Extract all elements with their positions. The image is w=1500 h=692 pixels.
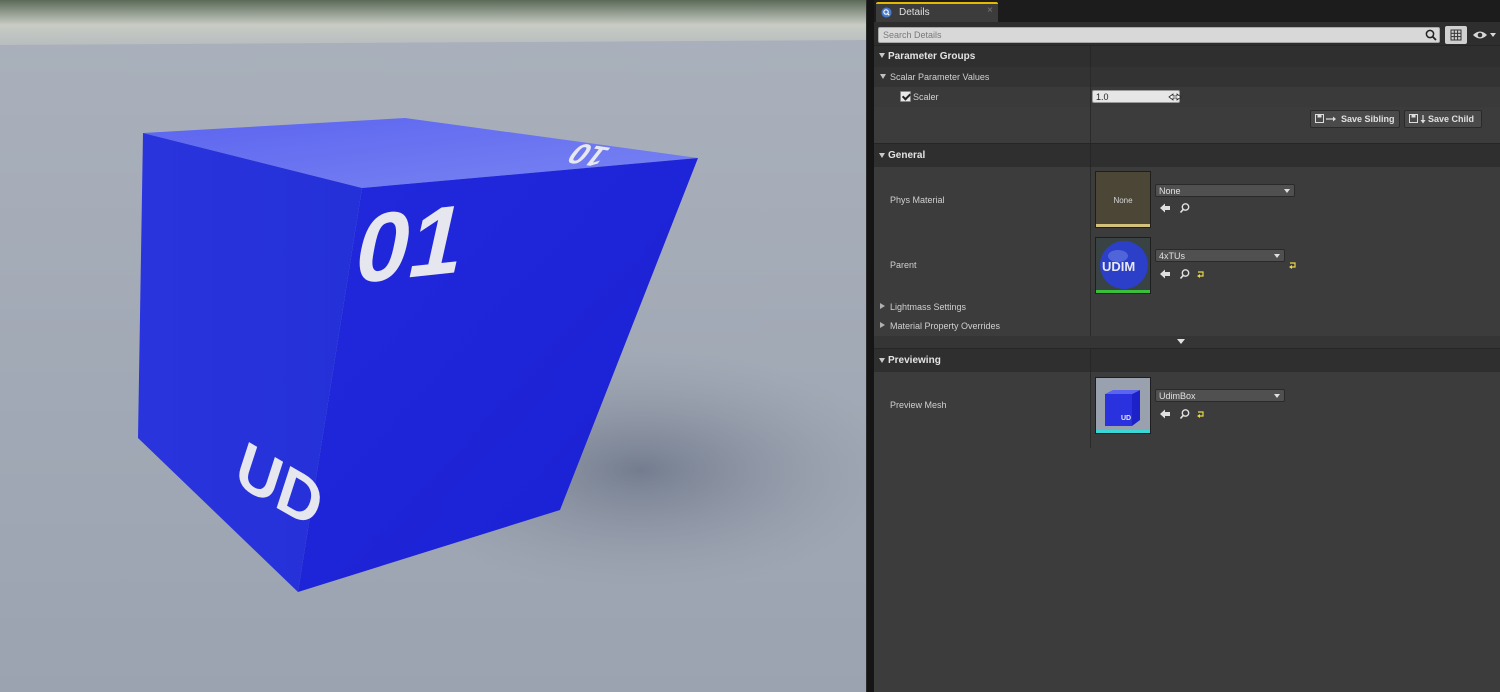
collapse-arrow-icon xyxy=(879,358,885,363)
category-label: Parameter Groups xyxy=(888,51,976,62)
lightmass-settings-label: Lightmass Settings xyxy=(890,302,967,312)
save-sibling-button[interactable]: Save Sibling xyxy=(1310,110,1400,128)
use-selected-arrow-icon[interactable] xyxy=(1159,408,1171,420)
phys-material-selected: None xyxy=(1159,186,1181,196)
chevron-down-icon xyxy=(1284,189,1290,193)
save-sibling-label: Save Sibling xyxy=(1341,114,1395,124)
column-separator xyxy=(1090,87,1091,107)
details-search-icon xyxy=(881,7,892,18)
asset-type-bar xyxy=(1096,224,1150,227)
collapse-arrow-icon xyxy=(880,74,886,79)
details-panel: Details × Parameter Groups xyxy=(874,0,1500,692)
preview-mesh-dropdown[interactable]: UdimBox xyxy=(1155,389,1285,402)
browse-magnifier-icon[interactable] xyxy=(1179,268,1191,280)
use-selected-arrow-icon[interactable] xyxy=(1159,202,1171,214)
phys-material-label: Phys Material xyxy=(890,195,945,205)
drag-cursor-icon xyxy=(1168,93,1182,101)
scalar-parameter-values-row[interactable]: Scalar Parameter Values xyxy=(874,67,1500,87)
asset-type-bar xyxy=(1096,290,1150,293)
expand-arrow-icon xyxy=(880,322,885,328)
parent-label: Parent xyxy=(890,260,917,270)
save-child-label: Save Child xyxy=(1428,114,1475,124)
parent-thumbnail[interactable]: UDIM xyxy=(1095,237,1151,294)
search-row xyxy=(874,22,1500,46)
parent-selected: 4xTUs xyxy=(1159,251,1186,261)
preview-mesh-row: Preview Mesh UD UdimBox xyxy=(874,372,1500,448)
column-separator xyxy=(1090,67,1091,87)
parent-thumb-text: UDIM xyxy=(1102,259,1135,274)
column-separator xyxy=(1090,372,1091,448)
reset-to-default-icon[interactable] xyxy=(1197,410,1205,418)
preview-mesh-selected: UdimBox xyxy=(1159,391,1196,401)
tab-close-icon[interactable]: × xyxy=(987,5,993,16)
viewport-scene: 10 01 UD xyxy=(0,0,866,692)
parent-row: Parent UDIM 4xTUs xyxy=(874,231,1500,297)
category-parameter-groups[interactable]: Parameter Groups xyxy=(874,45,1500,68)
view-options-eye-icon[interactable] xyxy=(1471,28,1497,42)
grid-icon xyxy=(1450,29,1462,41)
column-separator xyxy=(1090,167,1091,231)
tab-details[interactable]: Details × xyxy=(876,2,998,22)
column-separator xyxy=(1090,316,1091,336)
column-separator xyxy=(1090,297,1091,316)
save-child-icon xyxy=(1409,114,1426,124)
property-matrix-button[interactable] xyxy=(1445,26,1467,44)
material-property-overrides-label: Material Property Overrides xyxy=(890,321,1001,331)
use-selected-arrow-icon[interactable] xyxy=(1159,268,1171,280)
parent-dropdown[interactable]: 4xTUs xyxy=(1155,249,1285,262)
tab-details-label: Details xyxy=(899,7,930,18)
save-sibling-icon xyxy=(1315,114,1336,123)
scalar-parameter-values-label: Scalar Parameter Values xyxy=(890,72,990,82)
column-separator xyxy=(1090,107,1091,143)
thumbnail-none-text: None xyxy=(1113,196,1133,205)
save-child-button[interactable]: Save Child xyxy=(1404,110,1482,128)
search-icon[interactable] xyxy=(1425,29,1437,41)
chevron-down-icon xyxy=(1274,394,1280,398)
reset-to-default-icon[interactable] xyxy=(1197,270,1205,278)
save-buttons-row: Save Sibling Save Child xyxy=(874,107,1500,143)
chevron-down-icon xyxy=(1274,254,1280,258)
tab-bar: Details × xyxy=(874,0,1500,22)
search-details-input[interactable] xyxy=(878,27,1440,43)
scaler-label: Scaler xyxy=(913,92,939,102)
column-separator xyxy=(1090,46,1091,68)
category-label: General xyxy=(888,150,926,161)
browse-magnifier-icon[interactable] xyxy=(1179,408,1191,420)
preview-mesh-label: Preview Mesh xyxy=(890,400,947,410)
asset-type-bar xyxy=(1096,430,1150,433)
preview-mesh-cube-preview: UD xyxy=(1096,378,1150,433)
browse-magnifier-icon[interactable] xyxy=(1179,202,1191,214)
reset-to-default-icon[interactable] xyxy=(1289,261,1297,269)
phys-material-dropdown[interactable]: None xyxy=(1155,184,1295,197)
details-empty-area xyxy=(874,448,1500,692)
preview-mesh-thumbnail[interactable]: UD xyxy=(1095,377,1151,434)
scaler-row: Scaler 1.0 xyxy=(874,87,1500,107)
collapse-arrow-icon xyxy=(879,53,885,58)
cube-front-text: 01 xyxy=(354,185,464,304)
expand-arrow-icon xyxy=(880,303,885,309)
column-separator xyxy=(1090,144,1091,168)
category-previewing[interactable]: Previewing xyxy=(874,348,1500,373)
category-label: Previewing xyxy=(888,355,941,366)
column-separator xyxy=(1090,349,1091,373)
phys-material-row: Phys Material None None xyxy=(874,167,1500,231)
column-separator xyxy=(1090,231,1091,297)
category-general[interactable]: General xyxy=(874,143,1500,168)
scaler-checkbox[interactable] xyxy=(900,91,911,102)
panel-splitter[interactable] xyxy=(866,0,874,692)
collapse-arrow-icon xyxy=(879,153,885,158)
preview-mesh-thumb-text: UD xyxy=(1121,415,1131,422)
advanced-expander[interactable] xyxy=(874,336,1500,348)
parent-sphere-preview: UDIM xyxy=(1096,238,1150,293)
viewport[interactable]: 10 01 UD xyxy=(0,0,866,692)
advanced-chevron-down-icon xyxy=(1177,339,1185,344)
material-property-overrides-row[interactable]: Material Property Overrides xyxy=(874,316,1500,336)
phys-material-thumbnail[interactable]: None xyxy=(1095,171,1151,228)
lightmass-settings-row[interactable]: Lightmass Settings xyxy=(874,297,1500,316)
